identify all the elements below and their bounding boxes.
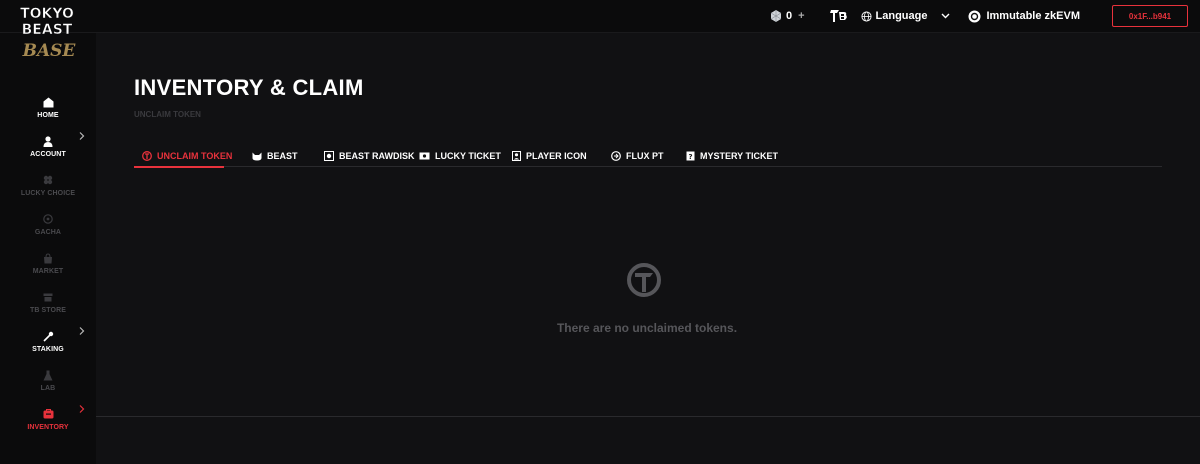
store-icon	[42, 291, 54, 303]
balance-display[interactable]: 0 +	[770, 10, 829, 22]
chevron-right-icon	[79, 405, 85, 413]
sidebar-item-lab[interactable]: LAB	[0, 358, 96, 392]
language-label: Language	[875, 10, 928, 22]
top-bar: 0 + Language Immutable zkEVM 0x1F...b941	[0, 0, 1200, 33]
immutable-logo-icon	[968, 10, 981, 22]
tab-player-icon[interactable]: PLAYER ICON	[512, 145, 587, 167]
mystery-icon: ?	[686, 151, 695, 161]
sidebar-item-label: INVENTORY	[27, 424, 69, 431]
bag-icon	[42, 252, 54, 264]
sidebar-item-label: TB STORE	[29, 307, 67, 314]
sidebar-item-label: HOME	[37, 112, 59, 119]
tab-label: PLAYER ICON	[526, 151, 587, 161]
token-icon	[142, 151, 152, 161]
tab-unclaim-token[interactable]: UNCLAIM TOKEN	[142, 145, 232, 167]
logo-text-base: BASE	[22, 41, 77, 61]
rawdisk-icon	[324, 151, 334, 161]
tab-beast-rawdisk[interactable]: BEAST RAWDISK	[324, 145, 415, 167]
tb-brand-icon[interactable]	[829, 8, 849, 24]
network-selector[interactable]: Immutable zkEVM	[968, 10, 1112, 23]
empty-state-message: There are no unclaimed tokens.	[556, 321, 738, 335]
top-bar-right: 0 + Language Immutable zkEVM 0x1F...b941	[770, 0, 1188, 32]
sidebar-item-label: LUCKY CHOICE	[20, 190, 76, 197]
page-title: INVENTORY & CLAIM	[134, 75, 364, 100]
tab-label: UNCLAIM TOKEN	[157, 151, 233, 161]
tab-label: BEAST	[267, 151, 298, 161]
tab-label: MYSTERY TICKET	[700, 151, 779, 161]
tab-beast[interactable]: BEAST	[252, 145, 298, 167]
inventory-tabs: UNCLAIM TOKEN BEAST BEAST RAWDISK LUCKY …	[134, 145, 1162, 168]
staking-icon	[42, 330, 54, 342]
sidebar-item-account[interactable]: ACCOUNT	[0, 124, 96, 158]
user-icon	[42, 135, 54, 147]
tokyo-beast-base-logo-icon[interactable]: TOKYO BEAST BASE	[6, 4, 88, 64]
sidebar-item-inventory[interactable]: INVENTORY	[0, 397, 96, 431]
footer-divider	[96, 416, 1200, 417]
player-icon	[512, 151, 521, 161]
main-content: INVENTORY & CLAIM UNCLAIM TOKEN UNCLAIM …	[96, 33, 1200, 464]
sidebar-item-home[interactable]: HOME	[0, 85, 96, 119]
network-label: Immutable zkEVM	[986, 10, 1080, 22]
chevron-down-icon	[941, 13, 950, 19]
token-logo-icon	[627, 263, 661, 297]
sidebar-item-label: STAKING	[32, 346, 64, 353]
tab-lucky-ticket[interactable]: LUCKY TICKET	[419, 145, 501, 167]
balance-value: 0	[785, 10, 793, 22]
tab-mystery-ticket[interactable]: ? MYSTERY TICKET	[686, 145, 778, 167]
logo-text-tokyo: TOKYO	[20, 6, 74, 22]
flask-icon	[42, 369, 54, 381]
gacha-icon	[42, 213, 54, 225]
svg-text:?: ?	[688, 153, 692, 161]
globe-icon	[860, 10, 872, 22]
tab-label: BEAST RAWDISK	[339, 151, 415, 161]
add-balance-button[interactable]: +	[798, 10, 804, 22]
app-root: 0 + Language Immutable zkEVM 0x1F...b941…	[0, 0, 1200, 464]
wallet-address-button[interactable]: 0x1F...b941	[1112, 5, 1188, 27]
beast-icon	[252, 152, 262, 160]
tab-label: FLUX PT	[626, 151, 664, 161]
clover-icon	[42, 174, 54, 186]
tab-label: LUCKY TICKET	[435, 151, 501, 161]
active-tab-underline	[134, 166, 224, 168]
flux-icon	[611, 151, 621, 161]
sidebar-item-gacha[interactable]: GACHA	[0, 202, 96, 236]
tab-flux-pt[interactable]: FLUX PT	[611, 145, 664, 167]
sidebar-item-label: LAB	[40, 385, 56, 392]
sidebar-item-tb-store[interactable]: TB STORE	[0, 280, 96, 314]
gem-icon	[770, 10, 782, 22]
home-icon	[42, 96, 54, 108]
sidebar-item-label: GACHA	[34, 229, 62, 236]
sidebar-item-lucky-choice[interactable]: LUCKY CHOICE	[0, 163, 96, 197]
logo-text-beast: BEAST	[22, 22, 73, 38]
sidebar-item-staking[interactable]: STAKING	[0, 319, 96, 353]
ticket-icon	[419, 152, 430, 160]
sidebar: HOME ACCOUNT LUCKY CHOICE GACHA MARKET T…	[0, 33, 96, 464]
page-subtitle: UNCLAIM TOKEN	[134, 110, 201, 119]
language-selector[interactable]: Language	[860, 10, 955, 22]
sidebar-item-label: MARKET	[32, 268, 64, 275]
sidebar-item-market[interactable]: MARKET	[0, 241, 96, 275]
chevron-right-icon	[79, 327, 85, 335]
sidebar-item-label: ACCOUNT	[30, 151, 66, 158]
inventory-icon	[42, 408, 54, 420]
chevron-right-icon	[79, 132, 85, 140]
